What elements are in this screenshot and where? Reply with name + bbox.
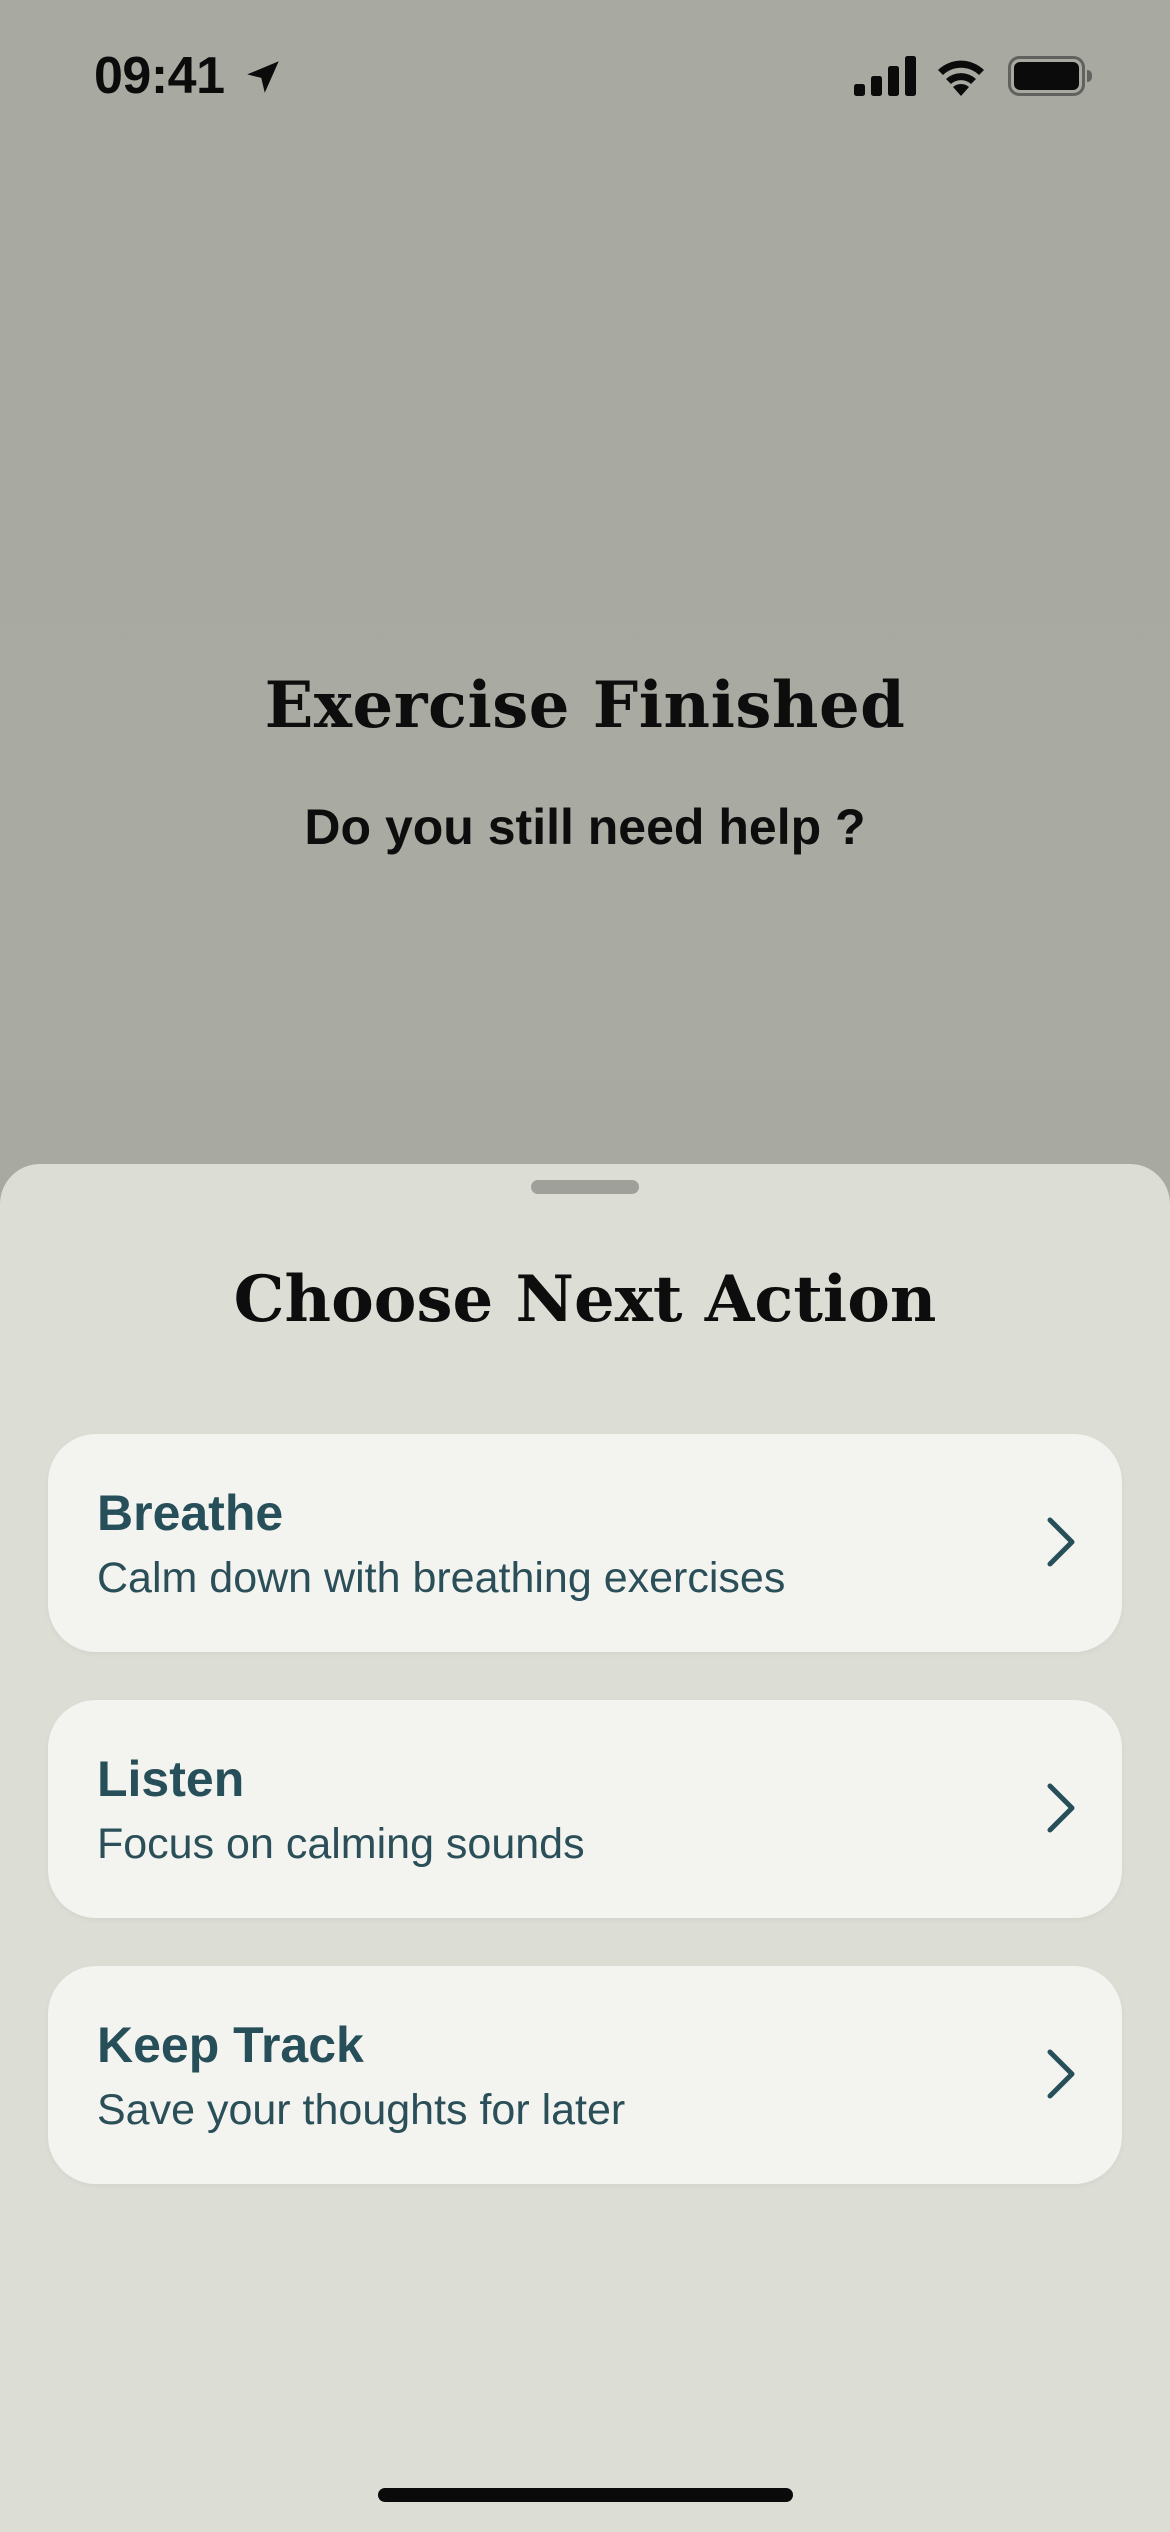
status-bar: 09:41 bbox=[0, 0, 1170, 150]
action-description: Calm down with breathing exercises bbox=[97, 1554, 786, 1602]
action-card-listen[interactable]: Listen Focus on calming sounds bbox=[48, 1700, 1122, 1918]
action-description: Save your thoughts for later bbox=[97, 2086, 626, 2134]
action-card-breathe[interactable]: Breathe Calm down with breathing exercis… bbox=[48, 1434, 1122, 1652]
cellular-signal-icon bbox=[854, 56, 916, 96]
status-time: 09:41 bbox=[94, 47, 225, 105]
battery-icon bbox=[1008, 56, 1092, 96]
help-question: Do you still need help ? bbox=[304, 799, 866, 855]
chevron-right-icon bbox=[1047, 2049, 1075, 2099]
action-title: Keep Track bbox=[97, 2017, 364, 2073]
action-description: Focus on calming sounds bbox=[97, 1820, 585, 1868]
exercise-finished-title: Exercise Finished bbox=[264, 668, 906, 743]
action-title: Listen bbox=[97, 1751, 245, 1807]
wifi-icon bbox=[938, 60, 984, 96]
next-action-sheet: Choose Next Action Breathe Calm down wit… bbox=[0, 1164, 1170, 2532]
action-card-keep-track[interactable]: Keep Track Save your thoughts for later bbox=[48, 1966, 1122, 2184]
sheet-title: Choose Next Action bbox=[233, 1262, 937, 1337]
chevron-right-icon bbox=[1047, 1517, 1075, 1567]
action-title: Breathe bbox=[97, 1485, 284, 1541]
chevron-right-icon bbox=[1047, 1783, 1075, 1833]
home-indicator[interactable] bbox=[378, 2488, 793, 2502]
sheet-grabber[interactable] bbox=[531, 1180, 639, 1194]
location-arrow-icon bbox=[247, 61, 279, 93]
